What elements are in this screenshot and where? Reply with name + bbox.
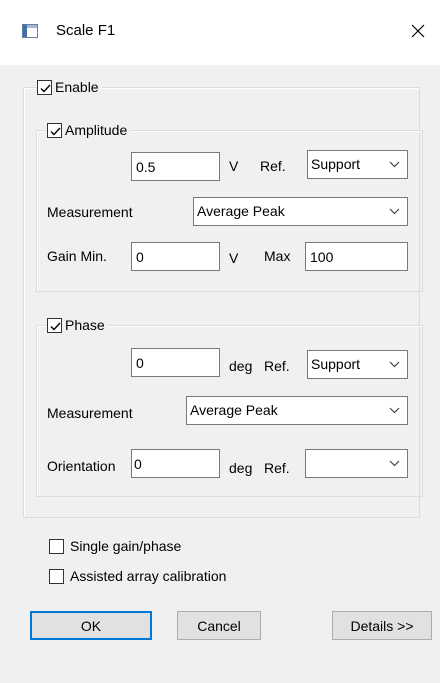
chevron-down-icon bbox=[389, 161, 400, 168]
chevron-down-icon bbox=[389, 208, 400, 215]
close-button[interactable] bbox=[400, 14, 436, 48]
phase-checkbox-box[interactable] bbox=[47, 317, 62, 333]
check-icon bbox=[40, 84, 51, 93]
amplitude-measurement-value: Average Peak bbox=[197, 203, 285, 219]
chevron-down-icon bbox=[389, 460, 400, 467]
orientation-ref-label: Ref. bbox=[264, 460, 290, 476]
details-button-label: Details >> bbox=[350, 617, 414, 634]
window-icon bbox=[22, 24, 38, 38]
amplitude-ref-select[interactable]: Support bbox=[307, 150, 408, 179]
phase-measurement-select[interactable]: Average Peak bbox=[186, 396, 408, 425]
amplitude-label: Amplitude bbox=[65, 122, 128, 138]
close-icon bbox=[411, 24, 425, 38]
gain-min-label: Gain Min. bbox=[47, 248, 107, 264]
amplitude-value-input[interactable]: 0.5 bbox=[131, 152, 220, 181]
ok-button[interactable]: OK bbox=[30, 611, 152, 640]
gain-min-input[interactable]: 0 bbox=[131, 242, 220, 271]
title-bar: Scale F1 bbox=[0, 0, 440, 65]
enable-checkbox-box[interactable] bbox=[37, 79, 52, 95]
chevron-down-icon bbox=[389, 361, 400, 368]
phase-ref-label: Ref. bbox=[264, 358, 290, 374]
amplitude-checkbox-box[interactable] bbox=[47, 122, 62, 138]
chevron-down-icon bbox=[389, 407, 400, 414]
enable-checkbox[interactable]: Enable bbox=[36, 77, 102, 97]
orientation-ref-select[interactable] bbox=[305, 449, 408, 478]
phase-unit: deg bbox=[229, 358, 253, 374]
phase-ref-select[interactable]: Support bbox=[307, 350, 408, 379]
phase-measurement-value: Average Peak bbox=[190, 402, 278, 418]
amplitude-ref-value: Support bbox=[311, 156, 361, 172]
assisted-calibration-box[interactable] bbox=[49, 568, 64, 584]
ok-button-label: OK bbox=[80, 617, 102, 634]
phase-value-input[interactable]: 0 bbox=[131, 348, 220, 377]
amplitude-unit: V bbox=[229, 158, 239, 174]
check-icon bbox=[50, 322, 61, 331]
orientation-input[interactable]: 0 bbox=[131, 449, 220, 478]
single-gain-phase-box[interactable] bbox=[49, 538, 64, 554]
max-label: Max bbox=[264, 248, 291, 264]
max-input[interactable]: 100 bbox=[305, 242, 408, 271]
amplitude-measurement-label: Measurement bbox=[47, 204, 133, 220]
cancel-button-label: Cancel bbox=[197, 617, 241, 634]
assisted-calibration-checkbox[interactable]: Assisted array calibration bbox=[48, 566, 229, 586]
amplitude-ref-label: Ref. bbox=[260, 158, 286, 174]
phase-label: Phase bbox=[65, 317, 105, 333]
check-icon bbox=[50, 127, 61, 136]
orientation-unit: deg bbox=[229, 460, 253, 476]
gain-min-unit: V bbox=[229, 250, 239, 266]
assisted-calibration-label: Assisted array calibration bbox=[70, 568, 227, 584]
amplitude-measurement-select[interactable]: Average Peak bbox=[193, 197, 408, 226]
cancel-button[interactable]: Cancel bbox=[177, 611, 261, 640]
orientation-label: Orientation bbox=[47, 458, 116, 474]
phase-measurement-label: Measurement bbox=[47, 405, 133, 421]
phase-checkbox[interactable]: Phase bbox=[46, 315, 108, 335]
amplitude-checkbox[interactable]: Amplitude bbox=[46, 120, 131, 140]
window-title: Scale F1 bbox=[56, 22, 116, 39]
phase-ref-value: Support bbox=[311, 356, 361, 372]
details-button[interactable]: Details >> bbox=[332, 611, 432, 640]
single-gain-phase-checkbox[interactable]: Single gain/phase bbox=[48, 536, 184, 556]
single-gain-phase-label: Single gain/phase bbox=[70, 538, 182, 554]
enable-label: Enable bbox=[55, 79, 99, 95]
